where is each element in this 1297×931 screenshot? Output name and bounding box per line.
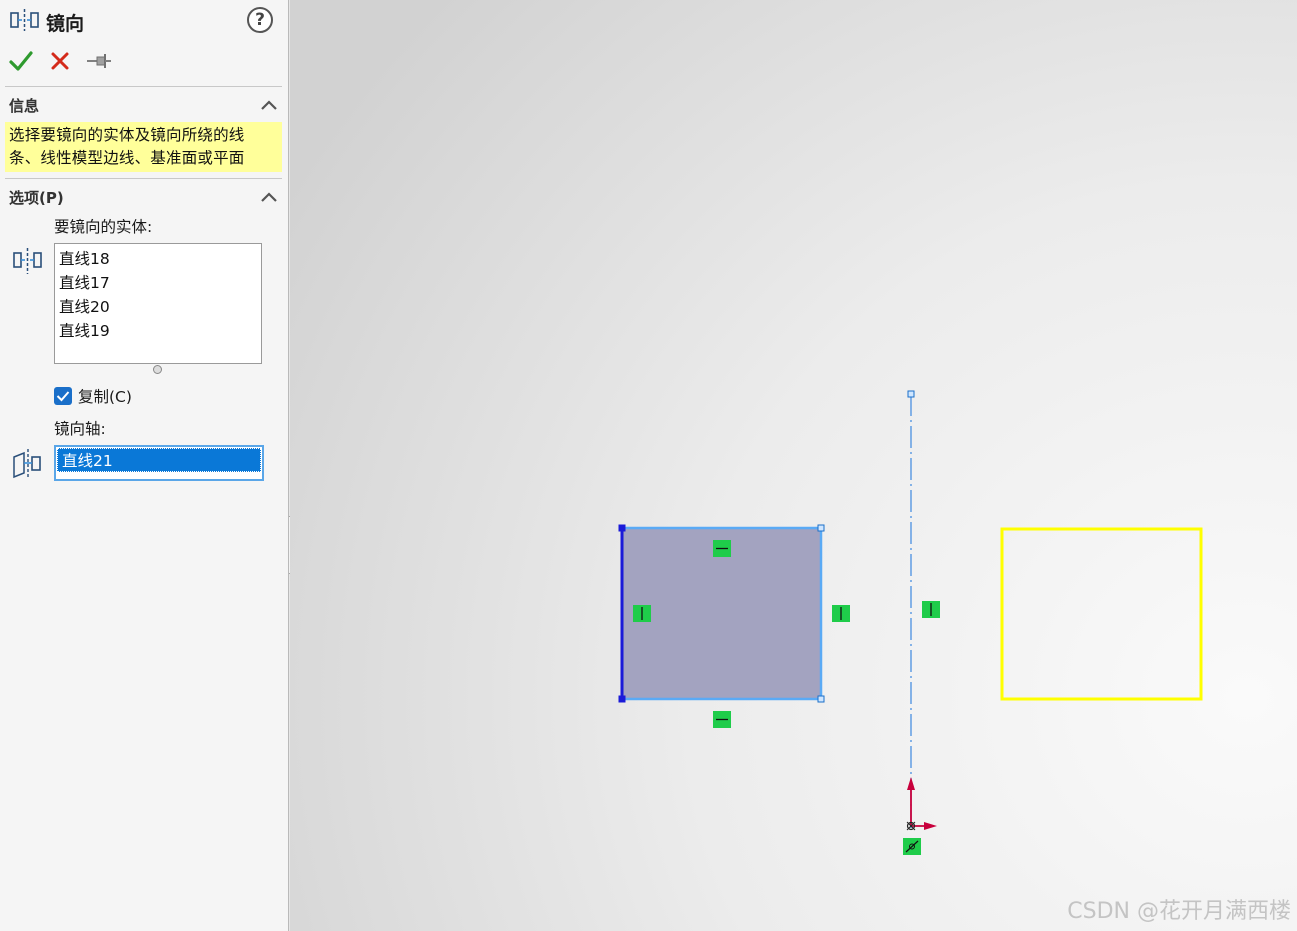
help-icon: ? bbox=[255, 10, 265, 30]
pushpin-icon bbox=[87, 54, 111, 68]
sketch-point[interactable] bbox=[817, 695, 825, 703]
horizontal-relation-icon[interactable] bbox=[713, 540, 731, 557]
close-icon bbox=[51, 52, 69, 70]
list-resize-handle[interactable] bbox=[153, 365, 162, 374]
options-section-title: 选项(P) bbox=[9, 188, 64, 207]
entities-listbox[interactable]: 直线18 直线17 直线20 直线19 bbox=[54, 243, 262, 364]
options-section-header[interactable]: 选项(P) bbox=[9, 186, 279, 208]
check-icon bbox=[9, 51, 33, 71]
feature-title-row: 镜向 bbox=[10, 8, 84, 36]
list-item[interactable]: 直线19 bbox=[55, 319, 261, 343]
coincident-relation-icon[interactable] bbox=[903, 838, 921, 855]
info-message: 选择要镜向的实体及镜向所绕的线 条、线性模型边线、基准面或平面 bbox=[5, 122, 282, 172]
help-button[interactable]: ? bbox=[247, 7, 273, 33]
divider bbox=[5, 86, 282, 87]
mirror-axis-field[interactable]: 直线21 bbox=[54, 445, 264, 481]
mirror-axis-icon bbox=[12, 447, 44, 479]
action-buttons bbox=[8, 47, 125, 75]
feature-title: 镜向 bbox=[46, 12, 85, 35]
viewport-background bbox=[290, 0, 1297, 931]
entities-label: 要镜向的实体: bbox=[54, 218, 153, 236]
copy-checkbox[interactable] bbox=[54, 387, 72, 405]
pin-button[interactable] bbox=[86, 48, 112, 74]
list-item[interactable]: 直线20 bbox=[55, 295, 261, 319]
property-manager: 镜向 ? 信息 选择要镜向的实体及镜向所绕的线 条、线性模型边线、基准面或平面 … bbox=[0, 0, 289, 931]
list-item[interactable]: 直线18 bbox=[55, 247, 261, 271]
mirror-axis-selection[interactable]: 直线21 bbox=[57, 448, 261, 472]
copy-checkbox-label[interactable]: 复制(C) bbox=[78, 385, 132, 407]
graphics-area[interactable]: CSDN @花开月满西楼 bbox=[290, 0, 1297, 931]
sketch-point[interactable] bbox=[618, 695, 626, 703]
info-section-header[interactable]: 信息 bbox=[9, 94, 279, 116]
sketch-point[interactable] bbox=[817, 524, 825, 532]
watermark: CSDN @花开月满西楼 bbox=[1067, 899, 1291, 924]
list-item[interactable]: 直线17 bbox=[55, 271, 261, 295]
mirror-axis-value: 直线21 bbox=[62, 452, 113, 470]
horizontal-relation-icon[interactable] bbox=[713, 711, 731, 728]
sketch-canvas[interactable] bbox=[290, 0, 1297, 931]
vertical-relation-icon[interactable] bbox=[922, 601, 940, 618]
info-message-line2: 条、线性模型边线、基准面或平面 bbox=[9, 149, 245, 167]
ok-button[interactable] bbox=[8, 48, 34, 74]
chevron-up-icon[interactable] bbox=[259, 189, 279, 205]
axis-label: 镜向轴: bbox=[54, 420, 106, 438]
copy-option: 复制(C) bbox=[54, 385, 132, 407]
mirror-entities-icon bbox=[12, 246, 44, 278]
chevron-up-icon[interactable] bbox=[259, 97, 279, 113]
info-message-line1: 选择要镜向的实体及镜向所绕的线 bbox=[9, 126, 245, 144]
sketch-point[interactable] bbox=[907, 390, 915, 398]
mirror-entities-icon bbox=[10, 9, 40, 35]
divider bbox=[5, 178, 282, 179]
checkmark-icon bbox=[56, 391, 70, 402]
vertical-relation-icon[interactable] bbox=[832, 605, 850, 622]
vertical-relation-icon[interactable] bbox=[633, 605, 651, 622]
cancel-button[interactable] bbox=[47, 48, 73, 74]
sketch-point[interactable] bbox=[618, 524, 626, 532]
info-section-title: 信息 bbox=[9, 96, 40, 115]
